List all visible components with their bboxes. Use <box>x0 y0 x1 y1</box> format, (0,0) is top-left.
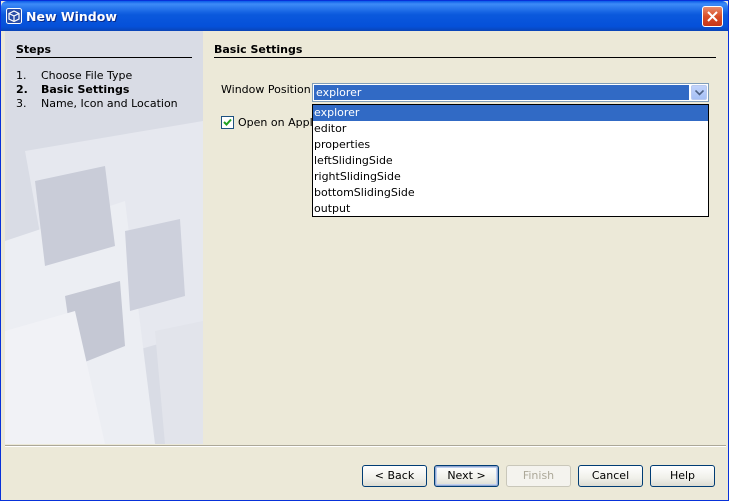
step-number: 3. <box>16 97 27 110</box>
netbeans-cube-icon <box>6 8 22 24</box>
close-button[interactable] <box>702 6 723 27</box>
panel-title: Basic Settings <box>214 43 303 56</box>
steps-list: 1. Choose File Type 2. Basic Settings 3. Na… <box>16 69 178 111</box>
window-position-combobox[interactable]: explorer <box>312 83 709 102</box>
chevron-down-icon <box>695 90 704 96</box>
window-position-dropdown-list[interactable]: explorer editor properties leftSlidingSi… <box>312 104 709 217</box>
steps-pane: Steps 1. Choose File Type 2. Basic Setting… <box>5 31 203 444</box>
dropdown-arrow-button[interactable] <box>691 85 707 100</box>
step-label: Choose File Type <box>41 69 133 82</box>
option-explorer[interactable]: explorer <box>313 105 708 121</box>
steps-heading: Steps <box>16 43 52 56</box>
next-button[interactable]: Next > <box>434 465 499 487</box>
step-label: Name, Icon and Location <box>41 97 178 110</box>
option-bottom-sliding-side[interactable]: bottomSlidingSide <box>313 185 708 201</box>
option-editor[interactable]: editor <box>313 121 708 137</box>
footer-separator-highlight <box>5 446 726 447</box>
back-button[interactable]: < Back <box>362 465 427 487</box>
option-left-sliding-side[interactable]: leftSlidingSide <box>313 153 708 169</box>
help-button[interactable]: Help <box>650 465 715 487</box>
checkmark-icon <box>223 118 232 126</box>
close-icon <box>707 11 718 22</box>
cancel-button[interactable]: Cancel <box>578 465 643 487</box>
option-properties[interactable]: properties <box>313 137 708 153</box>
steps-divider <box>16 57 192 58</box>
title-bar[interactable]: New Window <box>1 1 728 31</box>
window-title: New Window <box>26 9 117 24</box>
step-label: Basic Settings <box>41 83 130 96</box>
new-window-dialog: New Window Steps 1. Choose File Type 2. Ba… <box>0 0 729 501</box>
finish-button[interactable]: Finish <box>506 465 571 487</box>
step-number: 2. <box>16 83 28 96</box>
panel-divider <box>214 57 716 58</box>
window-position-value[interactable]: explorer <box>314 85 689 100</box>
open-on-startup-checkbox[interactable] <box>221 116 234 129</box>
step-number: 1. <box>16 69 27 82</box>
step-basic-settings: 2. Basic Settings <box>16 83 178 97</box>
step-choose-file-type: 1. Choose File Type <box>16 69 178 83</box>
option-right-sliding-side[interactable]: rightSlidingSide <box>313 169 708 185</box>
step-name-icon-location: 3. Name, Icon and Location <box>16 97 178 111</box>
option-output[interactable]: output <box>313 201 708 217</box>
window-position-label: Window Position : <box>221 83 318 96</box>
